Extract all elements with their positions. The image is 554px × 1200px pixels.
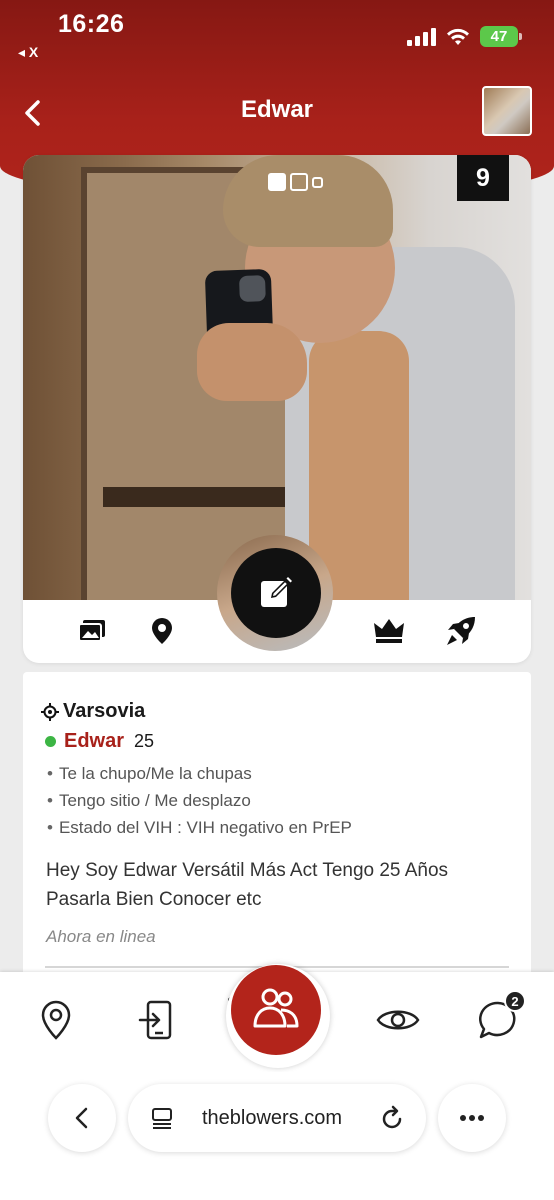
- bottom-tab-bar: 2: [0, 964, 554, 1072]
- browser-more-button[interactable]: [438, 1084, 506, 1152]
- page-title: Edwar: [240, 96, 314, 123]
- messages-badge: 2: [504, 990, 526, 1012]
- location-pin-icon[interactable]: [145, 614, 179, 648]
- status-bar: 16:26 ◂ X 47: [0, 0, 554, 70]
- photo-count-badge[interactable]: 9: [457, 155, 509, 201]
- online-status-text: Ahora en linea: [46, 927, 156, 946]
- crown-icon[interactable]: [372, 614, 406, 648]
- chevron-left-icon: [75, 1107, 88, 1129]
- tab-nearby[interactable]: [34, 998, 78, 1042]
- profile-details-list: Te la chupo/Me la chupas Tengo sitio / M…: [47, 764, 352, 845]
- location-text: Varsovia: [63, 700, 146, 722]
- detail-item: Tengo sitio / Me desplazo: [47, 791, 352, 818]
- page-dot-active[interactable]: [268, 173, 286, 191]
- rocket-icon[interactable]: [444, 614, 478, 648]
- page-dot[interactable]: [312, 176, 323, 188]
- detail-item: Estado del VIH : VIH negativo en PrEP: [47, 818, 352, 845]
- tab-login[interactable]: [134, 998, 178, 1042]
- wifi-icon: [447, 28, 469, 45]
- status-time: 16:26: [58, 10, 125, 38]
- my-profile-avatar[interactable]: [482, 86, 532, 136]
- url-text[interactable]: theblowers.com: [202, 1107, 342, 1130]
- tab-visitors[interactable]: [376, 998, 420, 1042]
- battery-level: 47: [490, 28, 508, 45]
- tab-messages[interactable]: 2: [476, 990, 526, 1042]
- reload-icon[interactable]: [378, 1104, 406, 1132]
- address-bar[interactable]: theblowers.com: [128, 1084, 426, 1152]
- back-to-app-link[interactable]: ◂ X: [18, 44, 38, 61]
- gallery-icon[interactable]: [75, 614, 109, 648]
- users-icon: [253, 988, 299, 1028]
- profile-bio: Hey Soy Edwar Versátil Más Act Tengo 25 …: [46, 860, 449, 910]
- tab-community[interactable]: [231, 965, 321, 1055]
- cellular-signal-icon: [407, 27, 436, 46]
- eye-icon: [376, 1010, 420, 1030]
- browser-toolbar: theblowers.com: [0, 1072, 554, 1200]
- photo-pagination[interactable]: [268, 173, 323, 191]
- online-status-dot: [45, 736, 56, 747]
- phone-enter-icon: [138, 1000, 172, 1040]
- browser-back-button[interactable]: [48, 1084, 116, 1152]
- location-line: Varsovia: [41, 700, 145, 723]
- page-menu-icon[interactable]: [150, 1106, 174, 1130]
- more-dots-icon: [460, 1115, 484, 1121]
- card-actions: [23, 600, 531, 663]
- profile-name: Edwar: [64, 730, 125, 752]
- status-icons: 47: [407, 26, 522, 47]
- profile-photo[interactable]: 9: [23, 155, 531, 600]
- battery-indicator: 47: [480, 26, 522, 47]
- profile-card: 9: [23, 155, 531, 663]
- map-pin-icon: [41, 1000, 71, 1040]
- nav-bar: Edwar: [0, 80, 554, 144]
- name-line: Edwar 25: [45, 730, 154, 753]
- profile-info-panel: Varsovia Edwar 25 Te la chupo/Me la chup…: [23, 672, 531, 982]
- profile-age: 25: [134, 731, 155, 751]
- page-dot[interactable]: [290, 173, 308, 191]
- crosshair-icon: [41, 702, 59, 721]
- detail-item: Te la chupo/Me la chupas: [47, 764, 352, 791]
